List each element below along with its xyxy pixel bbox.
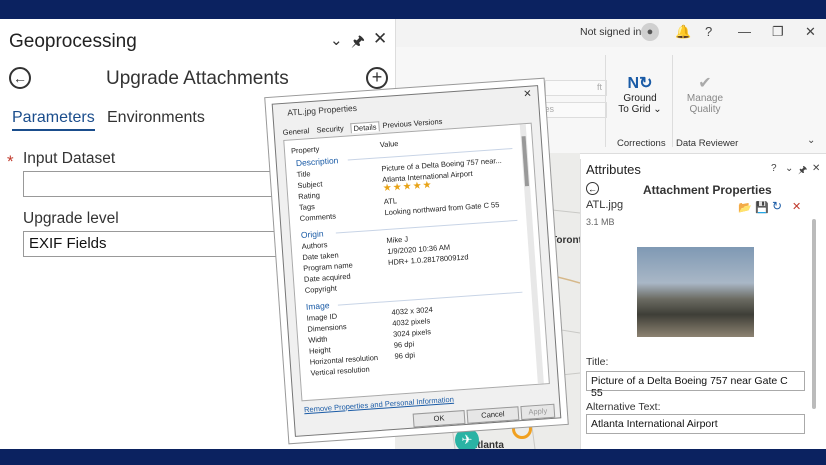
- refresh-icon[interactable]: ↻: [772, 199, 782, 213]
- airport-icon[interactable]: ✈: [455, 428, 479, 449]
- prop-tags-value: ATL: [383, 196, 398, 207]
- file-properties-dialog: ATL.jpg Properties ✕ General Security De…: [271, 85, 562, 437]
- section-image: Image: [305, 300, 330, 312]
- prop-width-value: 3024 pixels: [392, 327, 432, 339]
- tab-details[interactable]: Details: [350, 121, 380, 134]
- column-header-property: Property: [290, 144, 320, 156]
- open-folder-icon[interactable]: 📂: [738, 201, 752, 214]
- attachment-photo: [637, 247, 754, 337]
- prop-authors-label: Authors: [301, 240, 328, 251]
- notification-bell-icon[interactable]: 🔔: [675, 24, 691, 40]
- ribbon-separator: [605, 55, 606, 147]
- scrollbar[interactable]: [812, 219, 816, 409]
- prop-width-label: Width: [307, 334, 328, 345]
- ribbon-separator: [672, 55, 673, 147]
- user-avatar-icon[interactable]: ●: [641, 23, 659, 41]
- prop-subject-label: Subject: [297, 179, 323, 191]
- attributes-pane: Attributes ? ⌄ 🖈 ✕ ← Attachment Properti…: [580, 159, 826, 449]
- column-header-value: Value: [379, 138, 399, 150]
- restore-icon[interactable]: ❐: [772, 24, 784, 40]
- prop-height-value: 96 dpi: [393, 339, 415, 350]
- details-panel: Property Value Description Title Picture…: [283, 122, 550, 402]
- ground-to-grid-button[interactable]: N↻ Ground To Grid ⌄: [615, 73, 665, 115]
- pin-icon[interactable]: 🖈: [798, 163, 807, 180]
- close-pane-icon[interactable]: ✕: [373, 29, 387, 49]
- title-bar: Not signed in ● 🔔 ? — ❐ ✕: [395, 19, 826, 47]
- attachment-properties-title: Attachment Properties: [643, 183, 772, 197]
- help-button[interactable]: ?: [705, 24, 712, 39]
- delete-icon[interactable]: ✕: [792, 200, 801, 213]
- check-circle-icon: ✔: [698, 75, 712, 92]
- tab-general[interactable]: General: [282, 126, 309, 137]
- prop-height-label: Height: [308, 345, 331, 356]
- cancel-button[interactable]: Cancel: [466, 406, 520, 424]
- prop-tags-label: Tags: [298, 201, 316, 213]
- ribbon-field-1[interactable]: ft: [545, 80, 607, 96]
- map-marker[interactable]: [512, 419, 532, 439]
- dialog-title: ATL.jpg Properties: [286, 102, 358, 118]
- pin-icon[interactable]: 🖈: [351, 31, 365, 56]
- title-field-label: Title:: [586, 356, 609, 368]
- apply-button[interactable]: Apply: [520, 403, 556, 421]
- attachment-file-name: ATL.jpg: [586, 199, 624, 211]
- corrections-group-label: Corrections: [617, 138, 666, 149]
- prop-image-id-label: Image ID: [306, 311, 338, 323]
- attachment-file-size: 3.1 MB: [586, 217, 615, 227]
- prop-image-id-value: 4032 x 3024: [391, 304, 434, 317]
- map-label-toronto: Toront: [551, 235, 582, 246]
- sign-in-status[interactable]: Not signed in: [580, 26, 641, 38]
- tab-parameters[interactable]: Parameters: [12, 109, 95, 131]
- app-window: Not signed in ● 🔔 ? — ❐ ✕ ft ces n N↻ Gr…: [0, 19, 826, 449]
- prop-rating-label: Rating: [297, 190, 321, 202]
- title-field[interactable]: Picture of a Delta Boeing 757 near Gate …: [586, 371, 805, 399]
- reviewer-group-label: Data Reviewer: [676, 138, 739, 149]
- add-icon[interactable]: +: [366, 67, 388, 89]
- attributes-title: Attributes: [586, 162, 641, 177]
- minimize-icon[interactable]: —: [738, 24, 751, 39]
- alt-text-label: Alternative Text:: [586, 401, 661, 413]
- prop-comments-label: Comments: [299, 211, 337, 224]
- section-description: Description: [295, 155, 339, 169]
- pane-menu-icon[interactable]: ⌄: [785, 163, 793, 174]
- prop-vres-label: Vertical resolution: [310, 364, 370, 378]
- pane-menu-icon[interactable]: ⌄: [330, 31, 343, 49]
- manage-quality-button[interactable]: ✔ Manage Quality: [680, 73, 730, 115]
- ribbon-field-2[interactable]: ces: [535, 102, 607, 118]
- tab-environments[interactable]: Environments: [107, 109, 205, 127]
- prop-dimensions-value: 4032 pixels: [391, 316, 431, 328]
- upgrade-level-select[interactable]: EXIF Fields: [23, 231, 323, 257]
- pane-title: Geoprocessing: [9, 31, 137, 52]
- upgrade-level-label: Upgrade level: [23, 210, 119, 227]
- prop-title-label: Title: [296, 169, 311, 180]
- dialog-scrollbar[interactable]: [519, 124, 544, 384]
- prop-copyright-label: Copyright: [304, 283, 338, 295]
- close-pane-icon[interactable]: ✕: [812, 163, 820, 174]
- ground-to-grid-icon: N↻: [627, 75, 653, 92]
- ribbon-expand-icon[interactable]: ⌄: [807, 135, 815, 146]
- back-arrow-icon[interactable]: ←: [9, 67, 31, 89]
- help-icon[interactable]: ?: [771, 163, 777, 174]
- tab-previous-versions[interactable]: Previous Versions: [382, 117, 443, 130]
- prop-comments-value: Looking northward from Gate C 55: [384, 200, 500, 218]
- tool-name: Upgrade Attachments: [106, 68, 289, 89]
- section-divider: [335, 219, 518, 234]
- close-window-icon[interactable]: ✕: [805, 24, 816, 40]
- alt-text-field[interactable]: Atlanta International Airport: [586, 414, 805, 434]
- prop-date-taken-label: Date taken: [302, 250, 339, 262]
- save-icon[interactable]: 💾: [755, 201, 769, 214]
- section-origin: Origin: [300, 228, 324, 240]
- back-arrow-icon[interactable]: ←: [586, 182, 599, 195]
- ok-button[interactable]: OK: [412, 410, 466, 428]
- prop-authors-value: Mike J: [386, 234, 409, 246]
- rating-stars[interactable]: ★★★★★: [382, 180, 432, 194]
- section-divider: [337, 291, 523, 306]
- prop-hres-value: 96 dpi: [394, 350, 416, 361]
- prop-acquired-label: Date acquired: [303, 271, 351, 284]
- required-asterisk: *: [7, 152, 14, 171]
- input-dataset-label: Input Dataset: [23, 150, 116, 167]
- prop-dimensions-label: Dimensions: [307, 322, 347, 334]
- tab-security[interactable]: Security: [316, 124, 344, 135]
- close-dialog-icon[interactable]: ✕: [523, 89, 532, 101]
